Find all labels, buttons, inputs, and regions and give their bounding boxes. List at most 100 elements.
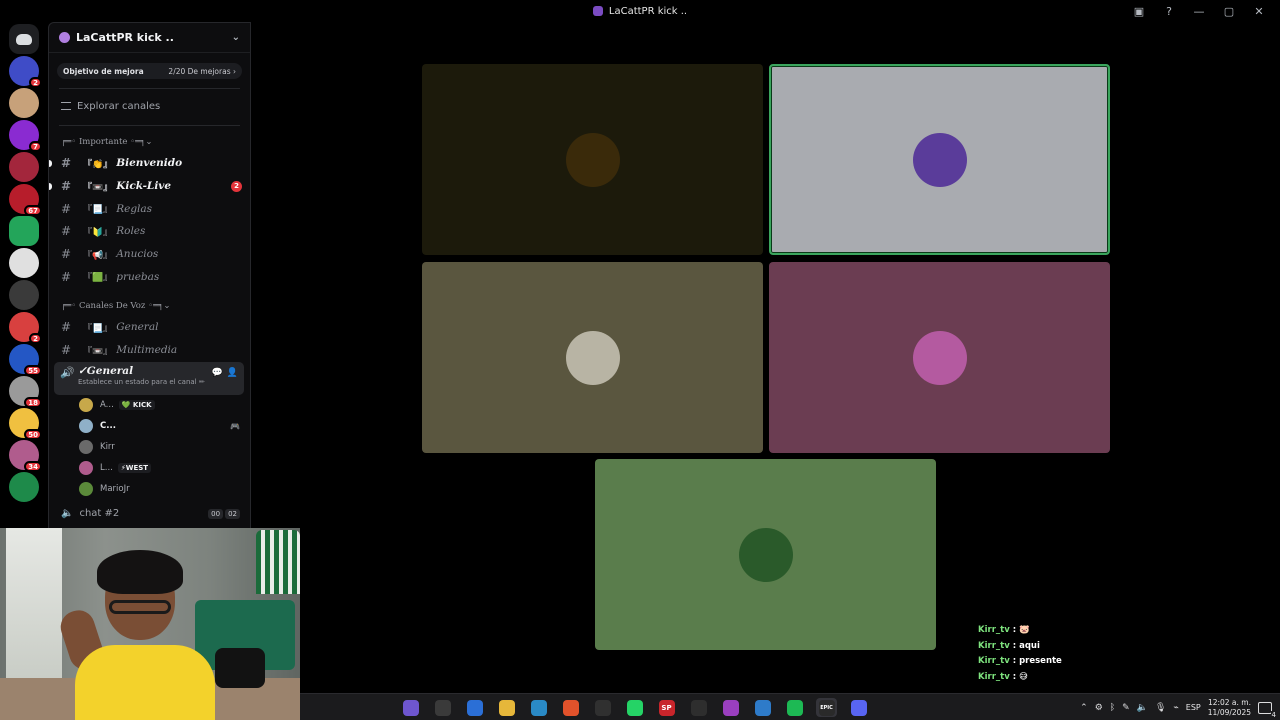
pen-icon[interactable]: ✎ <box>1122 703 1130 713</box>
channel-item[interactable]: # 『📃』 General <box>49 316 250 339</box>
video-tile[interactable] <box>769 64 1110 255</box>
notification-icon[interactable]: 4 <box>1258 701 1277 719</box>
server-rail: 2 7 67 2 55 18 50 34 <box>0 22 48 528</box>
minimize-button[interactable]: — <box>1184 2 1214 20</box>
tray-app-icon[interactable]: ⚙ <box>1095 703 1103 713</box>
channel-item[interactable]: # 『🔰』 Roles <box>49 220 250 243</box>
channel-item[interactable]: # 『👏』 Bienvenido <box>49 152 250 175</box>
clock[interactable]: 12:02 a. m. 11/09/2025 <box>1208 698 1251 718</box>
app-5-icon[interactable] <box>528 698 549 717</box>
app-11-icon[interactable] <box>720 698 741 717</box>
app-12-icon[interactable] <box>752 698 773 717</box>
server-icon[interactable]: 34 <box>9 440 42 472</box>
whatsapp-icon[interactable] <box>624 698 645 717</box>
channel-item[interactable]: # 『📢』 Anucios <box>49 243 250 266</box>
speaker-icon: 🔊 <box>60 366 74 379</box>
window-controls: ▣ ? — ▢ ✕ <box>1124 2 1274 20</box>
add-user-icon[interactable]: 👤 <box>227 368 238 378</box>
voice-user[interactable]: L... ⚡WEST <box>49 458 250 479</box>
store-icon[interactable] <box>464 698 485 717</box>
mention-badge: 18 <box>24 397 42 408</box>
app-label <box>402 699 419 716</box>
server-icon[interactable] <box>9 472 39 502</box>
discord-logo-icon <box>16 33 32 45</box>
chat-message: Kirr_tv : 😅 <box>978 671 1028 682</box>
sp-icon[interactable]: SP <box>656 698 677 717</box>
server-icon[interactable]: 7 <box>9 120 42 152</box>
user-avatar <box>738 527 793 582</box>
explorer-icon[interactable] <box>496 698 517 717</box>
window-background <box>6 528 62 678</box>
spotify-icon[interactable] <box>784 698 805 717</box>
channel-item[interactable]: # 『📼』 Multimedia <box>49 339 250 362</box>
voice-channel-active[interactable]: 🔊 ✓General Establece un estado para el c… <box>54 361 244 395</box>
app-label <box>754 699 771 716</box>
brave-icon[interactable] <box>560 698 581 717</box>
chat-user: Kirr_tv <box>978 640 1010 651</box>
app-2-icon[interactable] <box>432 698 453 717</box>
video-tile[interactable] <box>595 459 936 650</box>
voice-user[interactable]: MarioJr <box>49 479 250 500</box>
volume-icon[interactable]: 🔈 <box>1137 703 1148 713</box>
channel-item[interactable]: # 『📼』 Kick-Live 2 <box>49 175 250 198</box>
explore-label: Explorar canales <box>77 100 161 112</box>
chat-message: Kirr_tv : presente <box>978 656 1062 667</box>
bluetooth-icon[interactable]: ᛒ <box>1110 703 1115 713</box>
video-tile[interactable] <box>769 262 1110 453</box>
notification-count: 4 <box>1270 710 1277 719</box>
server-icon[interactable] <box>9 88 39 118</box>
app-10-icon[interactable] <box>688 698 709 717</box>
app-label <box>722 699 739 716</box>
server-icon[interactable]: 67 <box>9 184 42 216</box>
channel-panel: LaCattPR kick .. ⌄ Objetivo de mejora 2/… <box>48 22 251 528</box>
voice-channel-chat2[interactable]: 🔈 chat #2 00 02 <box>49 504 250 524</box>
hash-icon: # <box>61 320 72 335</box>
voice-channel-status[interactable]: Establece un estado para el canal ✏ <box>78 378 244 386</box>
obs-icon[interactable] <box>592 698 613 717</box>
user-avatar <box>912 330 967 385</box>
chevron-up-icon[interactable]: ⌃ <box>1080 703 1088 713</box>
discord-home-button[interactable] <box>9 24 39 54</box>
user-name: C... <box>100 421 116 431</box>
server-icon[interactable] <box>9 152 39 182</box>
hash-icon: # <box>61 269 72 284</box>
inbox-icon[interactable]: ▣ <box>1124 2 1154 20</box>
server-icon[interactable]: 50 <box>9 408 42 440</box>
channel-category[interactable]: ╒═◦ Importante ◦═╕ ⌄ <box>49 132 250 152</box>
server-header[interactable]: LaCattPR kick .. ⌄ <box>49 23 250 53</box>
channel-category[interactable]: ╒═◦ Canales De Voz ◦═╕ ⌄ <box>49 296 250 316</box>
avatar <box>79 461 93 475</box>
explore-channels[interactable]: Explorar canales <box>61 96 250 116</box>
app-label <box>786 699 803 716</box>
server-icon[interactable]: 2 <box>9 312 42 344</box>
video-tile[interactable] <box>422 262 763 453</box>
server-icon[interactable] <box>9 248 39 278</box>
maximize-button[interactable]: ▢ <box>1214 2 1244 20</box>
server-icon[interactable]: 18 <box>9 376 42 408</box>
epic-icon[interactable]: EPIC <box>816 698 837 717</box>
window-title-text: LaCattPR kick .. <box>608 5 688 17</box>
channel-item[interactable]: # 『📃』 Reglas <box>49 197 250 220</box>
user-name: Kirr <box>100 442 115 452</box>
close-button[interactable]: ✕ <box>1244 2 1274 20</box>
voice-user[interactable]: Kirr <box>49 437 250 458</box>
help-icon[interactable]: ? <box>1154 2 1184 20</box>
channel-item[interactable]: # 『🟩』 pruebas <box>49 265 250 288</box>
voice-user[interactable]: A... 💚 KICK <box>49 395 250 416</box>
chat-text: aqui <box>1019 640 1040 651</box>
mention-badge: 7 <box>29 141 42 152</box>
mic-icon[interactable]: 🎙 <box>1155 703 1166 713</box>
chat-user: Kirr_tv <box>978 656 1010 667</box>
voice-user[interactable]: C... 🎮 <box>49 416 250 437</box>
language-indicator[interactable]: ESP <box>1186 703 1201 712</box>
discord-icon[interactable] <box>848 698 869 717</box>
server-icon[interactable] <box>9 216 39 246</box>
boost-goal[interactable]: Objetivo de mejora 2/20 De mejoras › <box>57 63 242 79</box>
copilot-icon[interactable] <box>400 698 421 717</box>
server-icon[interactable] <box>9 280 39 310</box>
network-icon[interactable]: ⌁ <box>1173 703 1178 713</box>
server-icon[interactable]: 55 <box>9 344 42 376</box>
chat-bubble-icon[interactable]: 💬 <box>212 368 223 378</box>
video-tile[interactable] <box>422 64 763 255</box>
server-icon[interactable]: 2 <box>9 56 42 88</box>
